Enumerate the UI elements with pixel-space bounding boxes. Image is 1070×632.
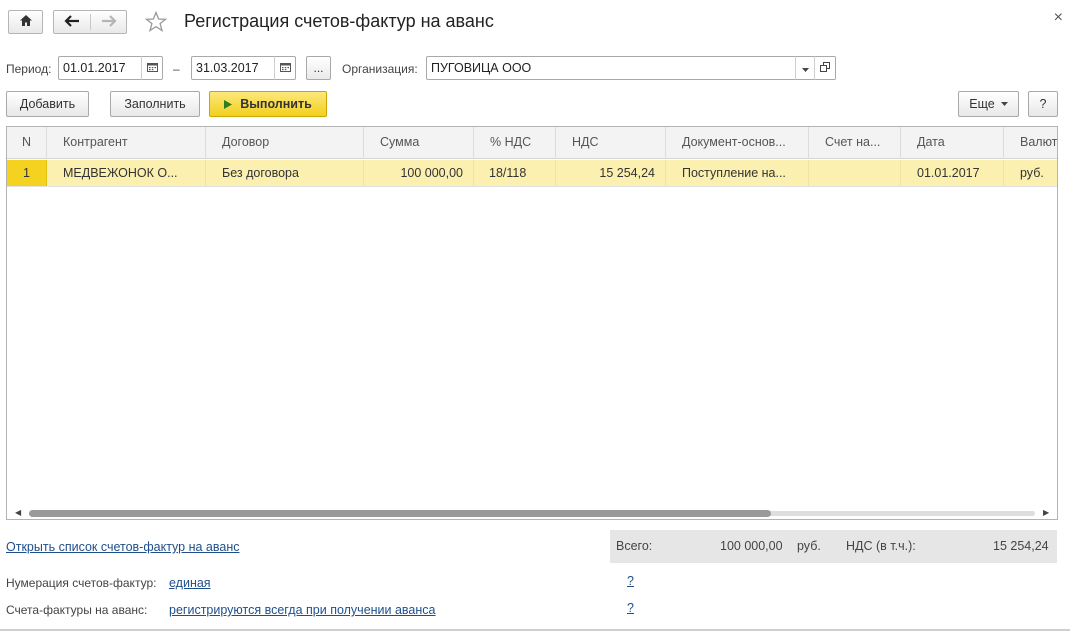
run-button-label: Выполнить — [240, 97, 312, 111]
help-button[interactable]: ? — [1028, 91, 1058, 117]
star-icon — [144, 10, 168, 37]
scroll-left-icon[interactable]: ◀ — [15, 507, 21, 519]
back-button[interactable] — [54, 11, 90, 33]
period-label: Период: — [6, 62, 52, 76]
date-to-field[interactable]: 31.03.2017 — [191, 56, 275, 80]
table-row[interactable]: 1 МЕДВЕЖОНОК О... Без договора 100 000,0… — [7, 160, 1057, 186]
cell-base-document: Поступление на... — [666, 160, 809, 186]
table-header: N Контрагент Договор Сумма % НДС НДС Док… — [7, 127, 1057, 159]
scroll-thumb[interactable] — [29, 510, 771, 517]
col-vat-rate[interactable]: % НДС — [474, 127, 556, 159]
scroll-right-icon[interactable]: ▶ — [1043, 507, 1049, 519]
organization-field[interactable]: ПУГОВИЦА ООО — [426, 56, 796, 80]
run-button[interactable]: Выполнить — [209, 91, 327, 117]
numbering-link[interactable]: единая — [169, 576, 211, 590]
cell-date: 01.01.2017 — [901, 160, 1004, 186]
advance-invoices-label: Счета-фактуры на аванс: — [6, 603, 148, 617]
invoices-table: N Контрагент Договор Сумма % НДС НДС Док… — [6, 126, 1058, 520]
organization-dropdown-button[interactable] — [795, 56, 815, 80]
back-arrow-icon — [64, 14, 80, 30]
numbering-label: Нумерация счетов-фактур: — [6, 576, 157, 590]
col-n[interactable]: N — [7, 127, 47, 159]
home-button[interactable] — [8, 10, 43, 34]
col-sum[interactable]: Сумма — [364, 127, 474, 159]
total-label: Всего: — [616, 539, 653, 553]
horizontal-scrollbar[interactable]: ◀ ▶ — [7, 507, 1057, 519]
window-bottom-border — [0, 629, 1070, 631]
play-icon — [224, 99, 233, 109]
cell-invoice — [809, 160, 901, 186]
more-button[interactable]: Еще — [958, 91, 1019, 117]
row-divider — [7, 186, 1057, 187]
advance-invoices-help-link[interactable]: ? — [627, 601, 634, 615]
cell-counterparty: МЕДВЕЖОНОК О... — [47, 160, 206, 186]
chevron-down-icon — [1000, 102, 1008, 106]
forward-arrow-icon — [101, 14, 117, 30]
col-counterparty[interactable]: Контрагент — [47, 127, 206, 159]
cell-vat-rate: 18/118 — [474, 160, 556, 186]
col-vat[interactable]: НДС — [556, 127, 666, 159]
home-icon — [19, 14, 33, 30]
date-from-field[interactable]: 01.01.2017 — [58, 56, 142, 80]
calendar-icon — [279, 61, 291, 75]
date-to-calendar-button[interactable] — [274, 56, 296, 80]
col-invoice[interactable]: Счет на... — [809, 127, 901, 159]
date-separator: – — [173, 62, 180, 76]
fill-button[interactable]: Заполнить — [110, 91, 200, 117]
totals-panel: Всего: 100 000,00 руб. НДС (в т.ч.): 15 … — [610, 530, 1057, 563]
cell-n: 1 — [7, 160, 47, 186]
forward-button[interactable] — [91, 11, 126, 33]
cell-contract: Без договора — [206, 160, 364, 186]
total-value: 100 000,00 — [720, 539, 783, 553]
col-currency[interactable]: Валют — [1004, 127, 1057, 159]
calendar-icon — [146, 61, 158, 75]
date-from-calendar-button[interactable] — [141, 56, 163, 80]
cell-sum: 100 000,00 — [364, 160, 474, 186]
vat-total-value: 15 254,24 — [993, 539, 1049, 553]
total-currency: руб. — [797, 539, 821, 553]
more-button-label: Еще — [969, 97, 995, 111]
open-form-icon — [820, 61, 830, 75]
open-invoices-list-link[interactable]: Открыть список счетов-фактур на аванс — [6, 540, 239, 554]
add-button[interactable]: Добавить — [6, 91, 89, 117]
advance-invoices-link[interactable]: регистрируются всегда при получении аван… — [169, 603, 436, 617]
page-title: Регистрация счетов-фактур на аванс — [184, 11, 494, 31]
numbering-help-link[interactable]: ? — [627, 574, 634, 588]
col-contract[interactable]: Договор — [206, 127, 364, 159]
period-select-button[interactable]: ... — [306, 56, 331, 80]
col-date[interactable]: Дата — [901, 127, 1004, 159]
organization-label: Организация: — [342, 62, 418, 76]
cell-vat: 15 254,24 — [556, 160, 666, 186]
col-base-document[interactable]: Документ-основ... — [666, 127, 809, 159]
close-icon[interactable]: × — [1054, 9, 1063, 27]
organization-open-button[interactable] — [814, 56, 836, 80]
vat-total-label: НДС (в т.ч.): — [846, 539, 916, 553]
favorite-star-button[interactable] — [144, 10, 168, 34]
cell-currency: руб. — [1004, 160, 1057, 186]
dropdown-icon — [801, 61, 809, 75]
